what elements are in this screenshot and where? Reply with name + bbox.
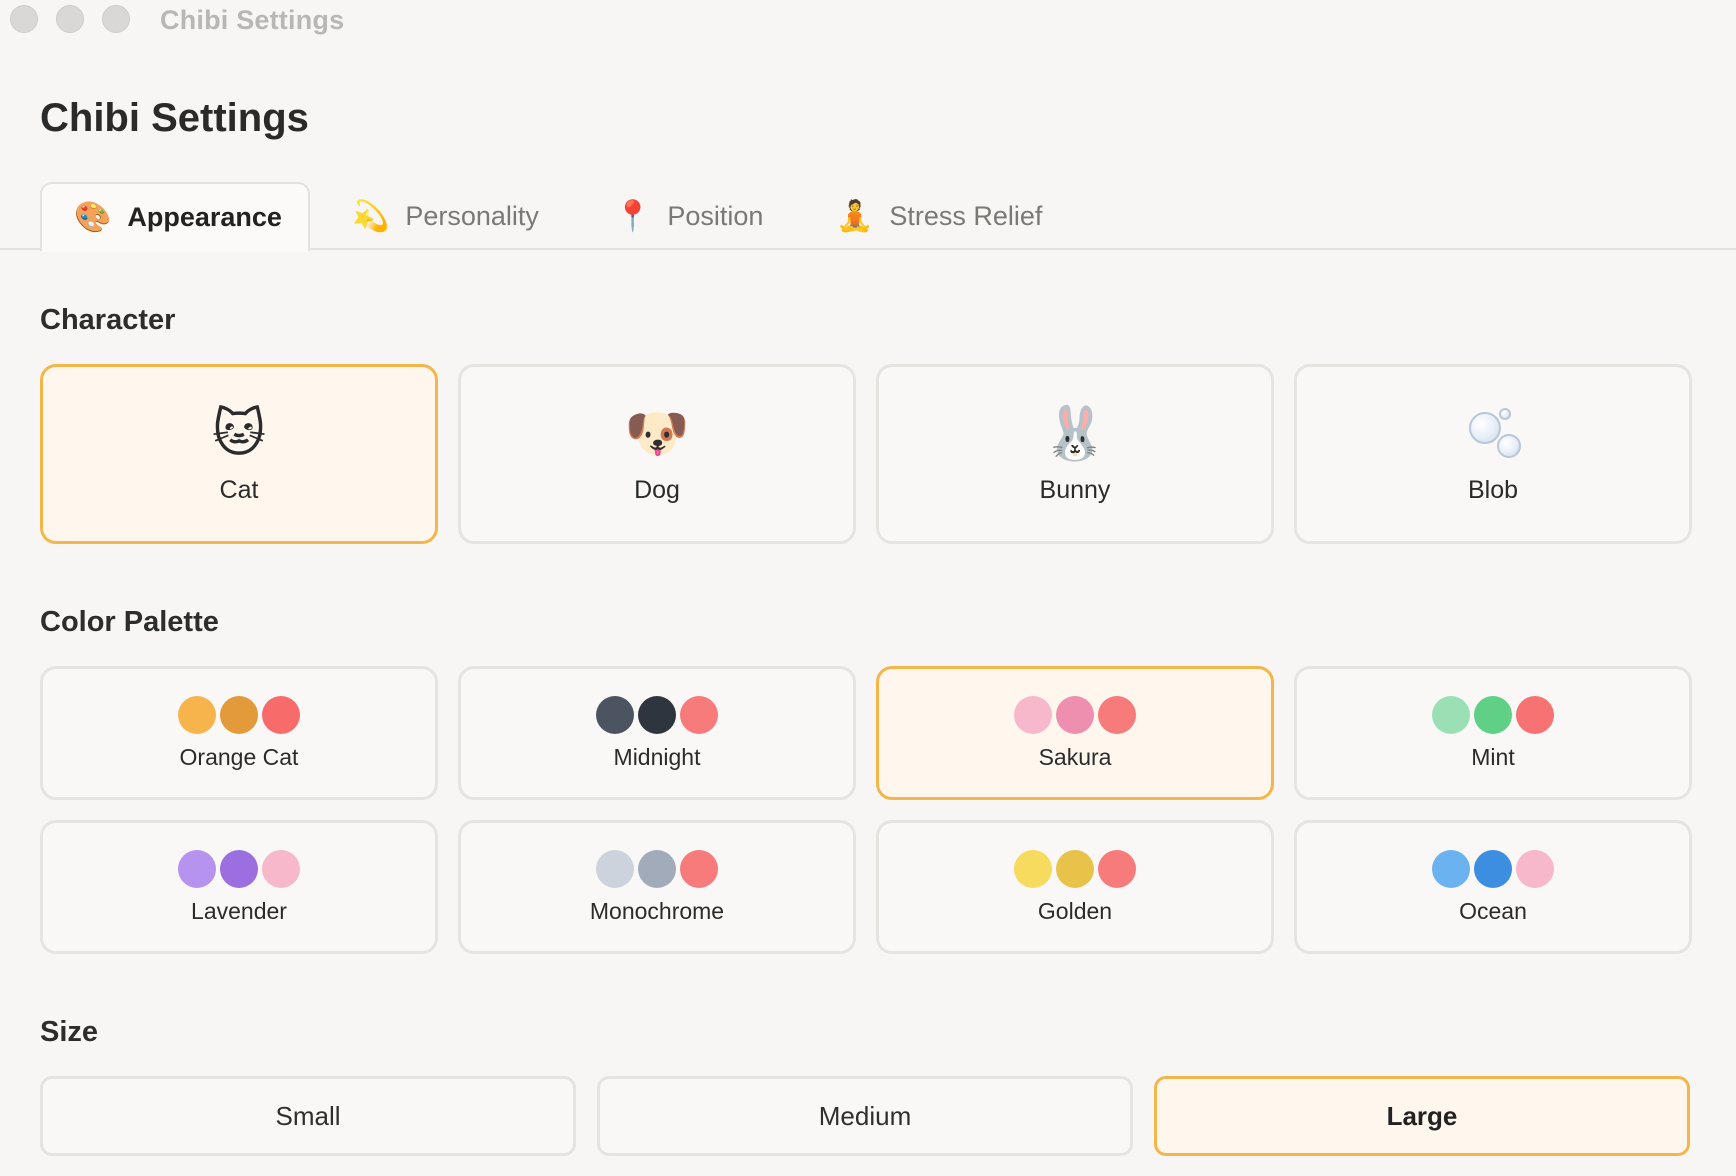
palette-option-midnight[interactable]: Midnight (458, 666, 856, 800)
color-swatch (1056, 695, 1094, 734)
tab-label: Appearance (127, 201, 282, 232)
color-swatch (1474, 695, 1512, 734)
close-window-button[interactable] (10, 5, 38, 33)
character-label: Dog (634, 475, 680, 504)
size-option-medium[interactable]: Medium (597, 1076, 1133, 1156)
tab-label: Stress Relief (889, 200, 1043, 231)
palette-swatches (1014, 695, 1136, 734)
bubbles-icon (1463, 404, 1523, 464)
color-swatch (220, 695, 258, 734)
color-swatch (1056, 849, 1094, 888)
palette-section-title: Color Palette (40, 606, 219, 638)
palette-label: Midnight (613, 743, 701, 770)
color-swatch (1432, 849, 1470, 888)
color-swatch (1014, 849, 1052, 888)
size-option-small[interactable]: Small (40, 1076, 576, 1156)
comet-icon: 💫 (352, 199, 390, 233)
palette-swatches (596, 695, 718, 734)
palette-label: Mint (1471, 743, 1515, 770)
character-option-cat[interactable]: 🐱 Cat (40, 364, 438, 544)
palette-label: Monochrome (589, 897, 725, 924)
palette-swatches (596, 849, 718, 888)
color-swatch (1516, 695, 1554, 734)
character-option-bunny[interactable]: 🐰 Bunny (876, 364, 1274, 544)
character-label: Bunny (1039, 475, 1111, 504)
color-swatch (178, 695, 216, 734)
color-swatch (1516, 849, 1554, 888)
character-label: Cat (219, 475, 259, 504)
color-swatch (680, 695, 718, 734)
tab-label: Personality (405, 200, 539, 231)
meditation-icon: 🧘 (836, 199, 874, 233)
palette-label: Sakura (1038, 743, 1112, 770)
palette-icon: 🎨 (74, 200, 112, 234)
cat-icon: 🐱 (211, 404, 267, 463)
color-swatch (1474, 849, 1512, 888)
zoom-window-button[interactable] (102, 5, 130, 33)
dog-icon: 🐶 (624, 404, 690, 463)
page-title: Chibi Settings (40, 96, 309, 140)
palette-swatches (1432, 849, 1554, 888)
color-swatch (220, 849, 258, 888)
tab-appearance[interactable]: 🎨 Appearance (40, 182, 310, 252)
color-swatch (638, 849, 676, 888)
title-bar: Chibi Settings (0, 0, 1736, 40)
color-swatch (1014, 695, 1052, 734)
pin-icon: 📍 (614, 199, 652, 233)
color-swatch (638, 695, 676, 734)
color-swatch (262, 695, 300, 734)
color-swatch (178, 849, 216, 888)
palette-option-sakura[interactable]: Sakura (876, 666, 1274, 800)
character-option-blob[interactable]: Blob (1294, 364, 1692, 544)
minimize-window-button[interactable] (56, 5, 84, 33)
size-option-large[interactable]: Large (1154, 1076, 1690, 1156)
palette-option-mint[interactable]: Mint (1294, 666, 1692, 800)
tab-bar: 🎨 Appearance 💫 Personality 📍 Position 🧘 … (0, 182, 1736, 252)
palette-label: Lavender (191, 897, 287, 924)
palette-label: Orange Cat (179, 743, 299, 770)
palette-option-ocean[interactable]: Ocean (1294, 820, 1692, 954)
color-swatch (1098, 695, 1136, 734)
tab-stress-relief[interactable]: 🧘 Stress Relief (836, 182, 1042, 250)
tab-label: Position (667, 200, 764, 231)
character-option-dog[interactable]: 🐶 Dog (458, 364, 856, 544)
color-swatch (596, 849, 634, 888)
palette-swatches (1432, 695, 1554, 734)
palette-option-lavender[interactable]: Lavender (40, 820, 438, 954)
size-section-title: Size (40, 1016, 99, 1048)
palette-option-golden[interactable]: Golden (876, 820, 1274, 954)
palette-swatches (178, 695, 300, 734)
palette-label: Golden (1037, 897, 1113, 924)
character-label: Blob (1467, 475, 1519, 504)
color-swatch (1432, 695, 1470, 734)
palette-option-monochrome[interactable]: Monochrome (458, 820, 856, 954)
tab-position[interactable]: 📍 Position (614, 182, 763, 250)
color-swatch (596, 695, 634, 734)
palette-option-orange-cat[interactable]: Orange Cat (40, 666, 438, 800)
color-swatch (1098, 849, 1136, 888)
palette-label: Ocean (1459, 897, 1527, 924)
palette-swatches (178, 849, 300, 888)
palette-swatches (1014, 849, 1136, 888)
window-title: Chibi Settings (160, 5, 345, 35)
bunny-icon: 🐰 (1042, 404, 1108, 463)
character-section-title: Character (40, 304, 176, 336)
tab-personality[interactable]: 💫 Personality (352, 182, 539, 250)
color-swatch (680, 849, 718, 888)
color-swatch (262, 849, 300, 888)
